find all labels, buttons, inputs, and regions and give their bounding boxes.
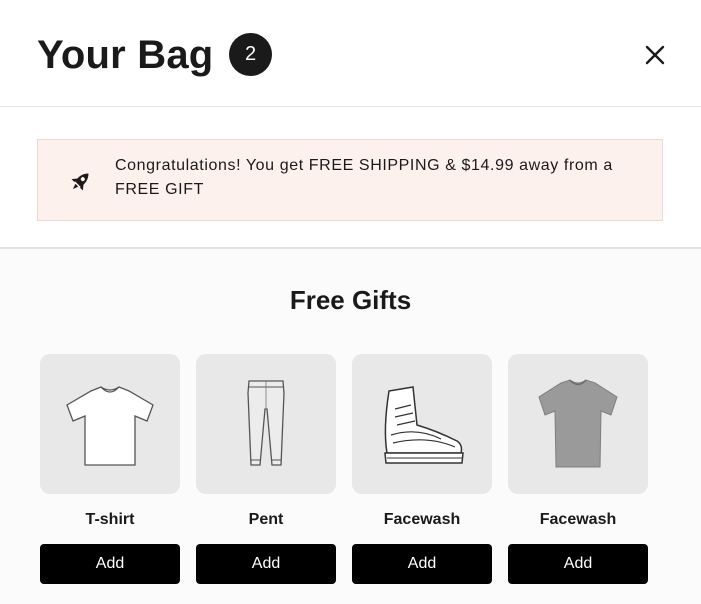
gift-card-tshirt: T-shirt Add bbox=[40, 354, 180, 584]
sneaker-image bbox=[384, 386, 464, 464]
add-gift-button[interactable]: Add bbox=[508, 544, 648, 584]
gift-image-grey-tshirt[interactable] bbox=[508, 354, 648, 494]
tshirt-image bbox=[66, 386, 154, 466]
gift-name: Pent bbox=[248, 511, 284, 528]
pants-image bbox=[247, 380, 285, 466]
shipping-banner: Congratulations! You get FREE SHIPPING &… bbox=[37, 139, 663, 221]
gift-name: Facewash bbox=[539, 511, 617, 528]
add-gift-button[interactable]: Add bbox=[196, 544, 336, 584]
add-gift-button[interactable]: Add bbox=[352, 544, 492, 584]
grey-tshirt-image bbox=[538, 379, 618, 468]
free-gifts-section: Free Gifts T-shirt Add Pent Add Facewash… bbox=[0, 249, 701, 604]
close-icon bbox=[645, 45, 665, 65]
gift-name: T-shirt bbox=[85, 511, 135, 528]
shipping-banner-section: Congratulations! You get FREE SHIPPING &… bbox=[0, 107, 701, 249]
gift-image-pants[interactable] bbox=[196, 354, 336, 494]
free-gifts-heading: Free Gifts bbox=[289, 285, 412, 315]
bag-header: Your Bag 2 bbox=[0, 0, 701, 107]
close-button[interactable] bbox=[641, 41, 669, 69]
gift-name: Facewash bbox=[383, 511, 461, 528]
page-title: Your Bag bbox=[37, 33, 214, 77]
gift-image-white-tshirt[interactable] bbox=[40, 354, 180, 494]
add-gift-button[interactable]: Add bbox=[40, 544, 180, 584]
shipping-message: Congratulations! You get FREE SHIPPING &… bbox=[115, 157, 613, 198]
gift-card-facewash-2: Facewash Add bbox=[508, 354, 648, 584]
item-count-badge: 2 bbox=[229, 33, 272, 76]
rocket-icon bbox=[71, 173, 89, 191]
gift-card-facewash-1: Facewash Add bbox=[352, 354, 492, 584]
gift-image-sneaker[interactable] bbox=[352, 354, 492, 494]
gift-card-pent: Pent Add bbox=[196, 354, 336, 584]
